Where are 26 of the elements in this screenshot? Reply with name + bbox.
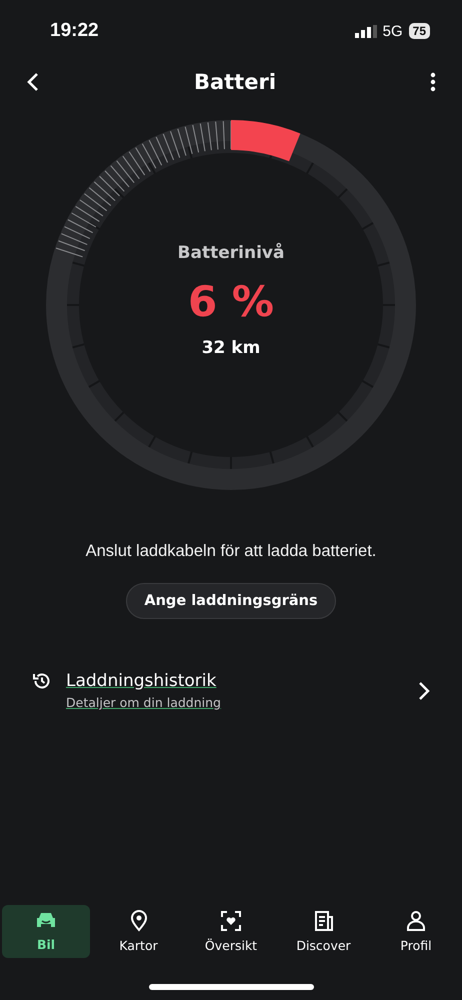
signal-icon bbox=[354, 24, 377, 38]
nav-tab[interactable]: Profil bbox=[372, 905, 460, 958]
map-pin-icon bbox=[130, 910, 148, 932]
battery-level-arc bbox=[230, 120, 300, 162]
status-time: 19:22 bbox=[50, 20, 100, 42]
page-title: Batteri bbox=[192, 70, 278, 94]
more-icon bbox=[430, 72, 436, 92]
nav-tab[interactable]: Kartor bbox=[94, 905, 182, 958]
chevron-left-icon bbox=[26, 72, 40, 92]
battery-indicator: 75 bbox=[408, 23, 430, 39]
gauge-label: Batterinivå bbox=[178, 242, 284, 262]
history-subtitle[interactable]: Detaljer om din laddning bbox=[66, 695, 404, 710]
nav-tab[interactable]: Discover bbox=[280, 905, 368, 958]
battery-percent: 6 % bbox=[188, 276, 274, 326]
newspaper-icon bbox=[314, 910, 334, 932]
heart-frame-icon bbox=[220, 910, 242, 932]
history-link[interactable]: Laddningshistorik bbox=[66, 671, 404, 691]
person-icon bbox=[406, 910, 426, 932]
nav-tab[interactable]: Översikt bbox=[187, 905, 275, 958]
charge-limit-button[interactable]: Ange laddningsgräns bbox=[126, 583, 336, 619]
history-icon bbox=[32, 671, 52, 691]
charge-message: Anslut laddkabeln för att ladda batteriet. bbox=[86, 542, 376, 561]
range-value: 32 km bbox=[202, 338, 260, 358]
network-label: 5G bbox=[382, 22, 403, 40]
chevron-right-icon[interactable] bbox=[418, 681, 430, 701]
nav-tab[interactable]: Bil bbox=[2, 905, 90, 958]
